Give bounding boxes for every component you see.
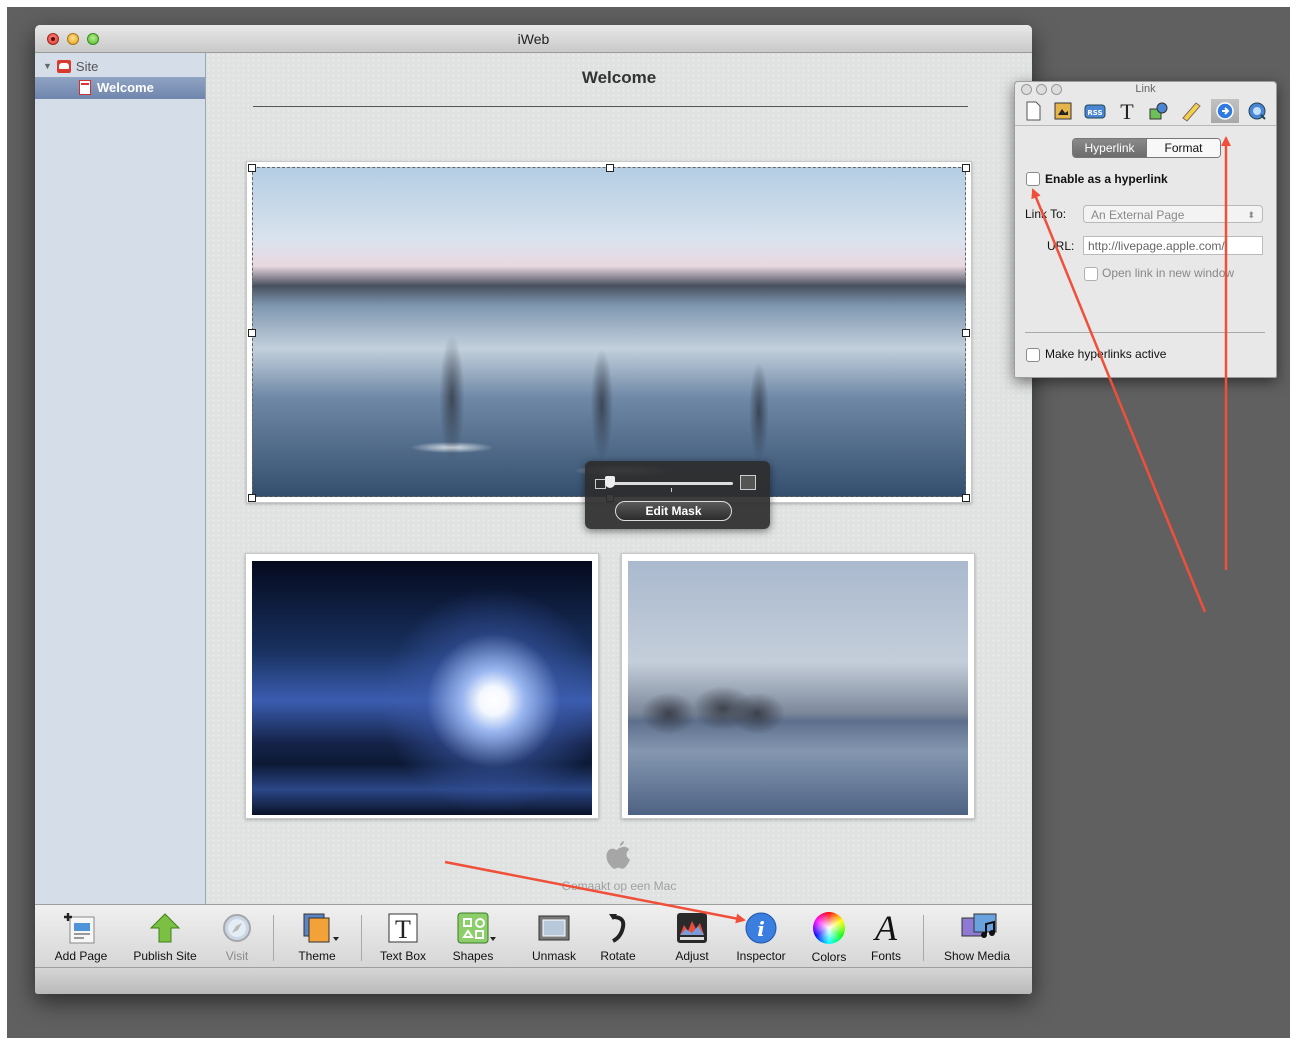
sidebar-item-welcome[interactable]: Welcome [79, 80, 154, 95]
panel-title: Link [1135, 83, 1156, 95]
open-new-window-label: Open link in new window [1102, 266, 1235, 280]
resize-handle[interactable] [606, 164, 614, 172]
sidebar: ▼ Site Welcome [35, 53, 206, 904]
page-title[interactable]: Welcome [206, 68, 1032, 88]
rotate-button[interactable]: Rotate [593, 911, 643, 965]
publish-site-button[interactable]: Publish Site [127, 911, 203, 965]
shapes-icon [456, 911, 496, 945]
large-image-icon [740, 475, 756, 490]
selection-box [252, 167, 966, 497]
title-bar[interactable]: iWeb [35, 25, 1032, 53]
media-icon [960, 911, 997, 945]
resize-handle[interactable] [962, 164, 970, 172]
resize-handle[interactable] [248, 494, 256, 502]
url-label: URL: [1047, 239, 1075, 253]
unmask-button[interactable]: Unmask [523, 911, 585, 965]
quicktime-icon[interactable] [1243, 99, 1271, 123]
add-page-icon [64, 911, 98, 945]
link-to-label: Link To: [1025, 207, 1067, 221]
toolbar: Add Page Publish Site Visit Theme T Text… [35, 904, 1032, 967]
graphic-icon[interactable] [1145, 99, 1173, 123]
layout-icon[interactable] [1049, 99, 1077, 123]
make-hyperlinks-active-checkbox[interactable] [1026, 348, 1040, 362]
disclosure-triangle-icon[interactable]: ▼ [43, 61, 52, 71]
shapes-button[interactable]: Shapes [445, 911, 501, 965]
ruler-icon[interactable] [1177, 99, 1205, 123]
toolbar-separator [361, 915, 362, 961]
toolbar-separator [923, 915, 924, 961]
info-icon: i [744, 911, 778, 945]
title-divider [253, 106, 968, 107]
fonts-icon: A [875, 908, 897, 948]
adjust-button[interactable]: Adjust [665, 911, 719, 965]
url-field[interactable]: http://livepage.apple.com/ [1083, 236, 1263, 255]
rss-icon[interactable]: RSS [1081, 99, 1109, 123]
resize-handle[interactable] [248, 164, 256, 172]
inspector-button[interactable]: i Inspector [729, 911, 793, 965]
svg-text:i: i [757, 917, 765, 941]
window-title: iWeb [517, 31, 550, 47]
sidebar-item-site[interactable]: ▼ Site [43, 57, 98, 75]
iweb-window: iWeb ▼ Site Welcome Welcome Gemaakt op e… [35, 25, 1032, 994]
make-hyperlinks-active-label: Make hyperlinks active [1045, 347, 1167, 361]
compass-icon [220, 911, 254, 945]
inspector-tool-bar: RSS T [1015, 97, 1276, 126]
svg-text:T: T [1120, 99, 1134, 123]
rotate-icon [601, 911, 635, 945]
dropdown-arrows-icon: ⬍ [1247, 210, 1255, 220]
fonts-button[interactable]: A Fonts [865, 908, 907, 965]
hyperlink-format-tabs: Hyperlink Format [1072, 138, 1221, 158]
svg-text:RSS: RSS [1087, 109, 1102, 117]
document-icon[interactable] [1019, 99, 1047, 123]
site-label: Site [75, 58, 99, 74]
show-media-button[interactable]: Show Media [935, 911, 1019, 965]
enable-hyperlink-checkbox[interactable] [1026, 172, 1040, 186]
text-box-icon: T [386, 911, 420, 945]
tab-format[interactable]: Format [1146, 139, 1220, 157]
site-icon [56, 59, 71, 73]
link-to-dropdown[interactable]: An External Page ⬍ [1083, 205, 1263, 223]
page-icon [79, 80, 91, 95]
photo-flooded-trees[interactable] [628, 561, 968, 815]
mask-size-slider[interactable] [609, 482, 733, 485]
visit-button[interactable]: Visit [215, 911, 259, 965]
edit-mask-button[interactable]: Edit Mask [615, 501, 732, 521]
resize-handle[interactable] [962, 494, 970, 502]
svg-text:T: T [395, 915, 411, 944]
theme-button[interactable]: Theme [287, 911, 347, 965]
open-new-window-checkbox[interactable] [1084, 267, 1098, 281]
add-page-button[interactable]: Add Page [49, 911, 113, 965]
publish-arrow-icon [148, 911, 182, 945]
page-label: Welcome [97, 80, 154, 95]
link-to-value: An External Page [1091, 208, 1185, 222]
mask-hud: Edit Mask [585, 461, 770, 529]
panel-divider [1025, 332, 1265, 333]
slider-tick [671, 488, 672, 492]
tab-hyperlink[interactable]: Hyperlink [1073, 139, 1146, 157]
resize-handle[interactable] [962, 329, 970, 337]
slider-knob[interactable] [605, 476, 615, 488]
text-box-button[interactable]: T Text Box [371, 911, 435, 965]
footer-text: Gemaakt op een Mac [561, 879, 677, 893]
toolbar-separator [273, 915, 274, 961]
theme-icon [300, 911, 339, 945]
text-icon[interactable]: T [1113, 99, 1141, 124]
photo-night-sun[interactable] [252, 561, 592, 815]
inspector-panel: Link RSS T Hyperlink Format Enable as a … [1014, 81, 1277, 378]
adjust-icon [675, 911, 709, 945]
unmask-icon [537, 911, 571, 945]
status-bar [35, 967, 1032, 994]
link-icon[interactable] [1211, 99, 1239, 123]
apple-logo-icon [206, 840, 1032, 877]
color-wheel-icon [812, 912, 846, 946]
enable-hyperlink-label: Enable as a hyperlink [1045, 172, 1168, 186]
colors-button[interactable]: Colors [805, 911, 853, 965]
resize-handle[interactable] [248, 329, 256, 337]
